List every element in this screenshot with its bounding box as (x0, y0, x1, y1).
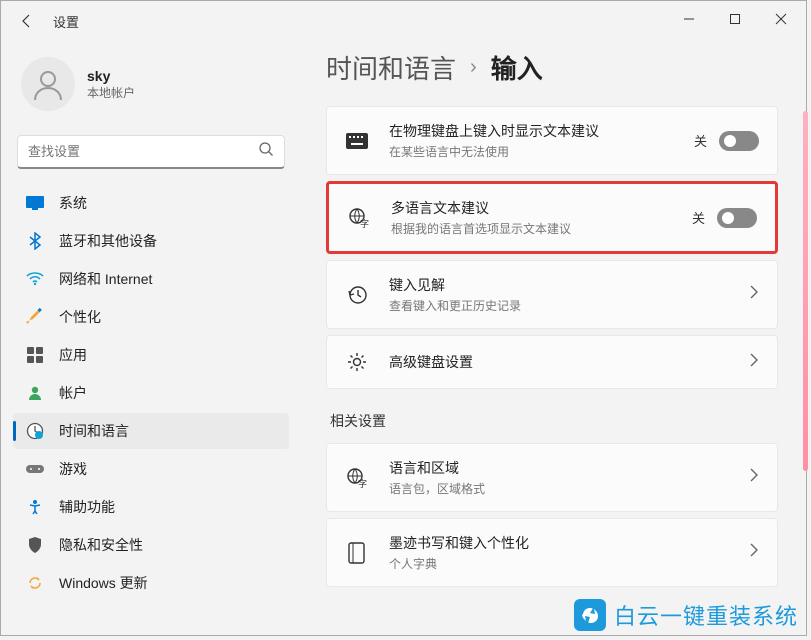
avatar (21, 57, 75, 111)
maximize-button[interactable] (712, 3, 758, 35)
sidebar-item-network[interactable]: 网络和 Internet (13, 261, 289, 297)
sidebar-item-label: 帐户 (59, 383, 87, 403)
watermark: 白云一键重装系统 (574, 599, 798, 631)
bluetooth-icon (25, 231, 45, 251)
watermark-logo (574, 599, 606, 631)
chevron-right-icon (749, 543, 759, 562)
keyboard-icon (345, 129, 369, 153)
gamepad-icon (25, 459, 45, 479)
setting-subtitle: 在某些语言中无法使用 (389, 143, 694, 160)
sidebar-item-accessibility[interactable]: 辅助功能 (13, 489, 289, 525)
chevron-right-icon (749, 353, 759, 372)
setting-advanced-keyboard[interactable]: 高级键盘设置 (326, 335, 778, 389)
setting-subtitle: 查看键入和更正历史记录 (389, 297, 749, 314)
setting-title: 键入见解 (389, 275, 749, 295)
toggle-switch[interactable] (719, 131, 759, 151)
wifi-icon (25, 269, 45, 289)
window-title: 设置 (53, 12, 79, 31)
toggle-state-label: 关 (692, 208, 705, 227)
system-icon (25, 193, 45, 213)
gear-icon (345, 350, 369, 374)
setting-text-suggestions[interactable]: 在物理键盘上键入时显示文本建议 在某些语言中无法使用 关 (326, 106, 778, 175)
history-icon (345, 283, 369, 307)
sidebar-item-label: 隐私和安全性 (59, 535, 143, 555)
brush-icon (25, 307, 45, 327)
svg-text:字: 字 (358, 478, 367, 489)
search-box[interactable] (17, 135, 285, 169)
related-language-region[interactable]: 字 语言和区域 语言包，区域格式 (326, 443, 778, 512)
user-profile[interactable]: sky 本地帐户 (13, 49, 289, 127)
setting-subtitle: 语言包，区域格式 (389, 480, 749, 497)
sidebar-item-accounts[interactable]: 帐户 (13, 375, 289, 411)
breadcrumb: 时间和语言 › 输入 (326, 49, 778, 86)
watermark-text: 白云一键重装系统 (614, 599, 798, 631)
setting-title: 墨迹书写和键入个性化 (389, 533, 749, 553)
setting-title: 多语言文本建议 (391, 198, 692, 218)
toggle-switch[interactable] (717, 208, 757, 228)
sidebar-item-label: 游戏 (59, 459, 87, 479)
sidebar-item-gaming[interactable]: 游戏 (13, 451, 289, 487)
setting-subtitle: 根据我的语言首选项显示文本建议 (391, 220, 692, 237)
breadcrumb-parent[interactable]: 时间和语言 (326, 49, 456, 86)
dictionary-icon (345, 541, 369, 565)
sidebar-item-label: 网络和 Internet (59, 269, 152, 289)
search-input[interactable] (28, 144, 258, 159)
setting-title: 语言和区域 (389, 458, 749, 478)
setting-title: 在物理键盘上键入时显示文本建议 (389, 121, 694, 141)
sidebar-item-system[interactable]: 系统 (13, 185, 289, 221)
chevron-right-icon (749, 285, 759, 304)
page-title: 输入 (491, 49, 543, 86)
sidebar-item-label: 蓝牙和其他设备 (59, 231, 157, 251)
sidebar-item-time-language[interactable]: 时间和语言 (13, 413, 289, 449)
username: sky (87, 68, 135, 84)
globe-text-icon: 字 (347, 206, 371, 230)
search-icon (258, 141, 274, 162)
accessibility-icon (25, 497, 45, 517)
chevron-right-icon: › (470, 56, 477, 79)
setting-multilingual-suggestions[interactable]: 字 多语言文本建议 根据我的语言首选项显示文本建议 关 (326, 181, 778, 254)
close-button[interactable] (758, 3, 804, 35)
sidebar-item-label: 辅助功能 (59, 497, 115, 517)
sidebar-item-privacy[interactable]: 隐私和安全性 (13, 527, 289, 563)
back-button[interactable] (9, 3, 45, 39)
related-inking-typing[interactable]: 墨迹书写和键入个性化 个人字典 (326, 518, 778, 587)
user-icon (25, 383, 45, 403)
setting-typing-insights[interactable]: 键入见解 查看键入和更正历史记录 (326, 260, 778, 329)
apps-icon (25, 345, 45, 365)
sidebar-item-apps[interactable]: 应用 (13, 337, 289, 373)
minimize-button[interactable] (666, 3, 712, 35)
svg-text:字: 字 (360, 218, 369, 229)
sidebar-item-bluetooth[interactable]: 蓝牙和其他设备 (13, 223, 289, 259)
decorative-edge (803, 111, 808, 471)
setting-title: 高级键盘设置 (389, 352, 749, 372)
sidebar-item-personalization[interactable]: 个性化 (13, 299, 289, 335)
update-icon (25, 573, 45, 593)
toggle-state-label: 关 (694, 131, 707, 150)
sidebar-item-label: 个性化 (59, 307, 101, 327)
setting-subtitle: 个人字典 (389, 555, 749, 572)
account-type: 本地帐户 (87, 84, 135, 101)
chevron-right-icon (749, 468, 759, 487)
globe-text-icon: 字 (345, 466, 369, 490)
sidebar-item-label: Windows 更新 (59, 573, 148, 593)
clock-globe-icon (25, 421, 45, 441)
sidebar-item-label: 应用 (59, 345, 87, 365)
shield-icon (25, 535, 45, 555)
sidebar-item-label: 系统 (59, 193, 87, 213)
sidebar-item-windows-update[interactable]: Windows 更新 (13, 565, 289, 601)
related-settings-label: 相关设置 (330, 411, 778, 431)
sidebar-item-label: 时间和语言 (59, 421, 129, 441)
